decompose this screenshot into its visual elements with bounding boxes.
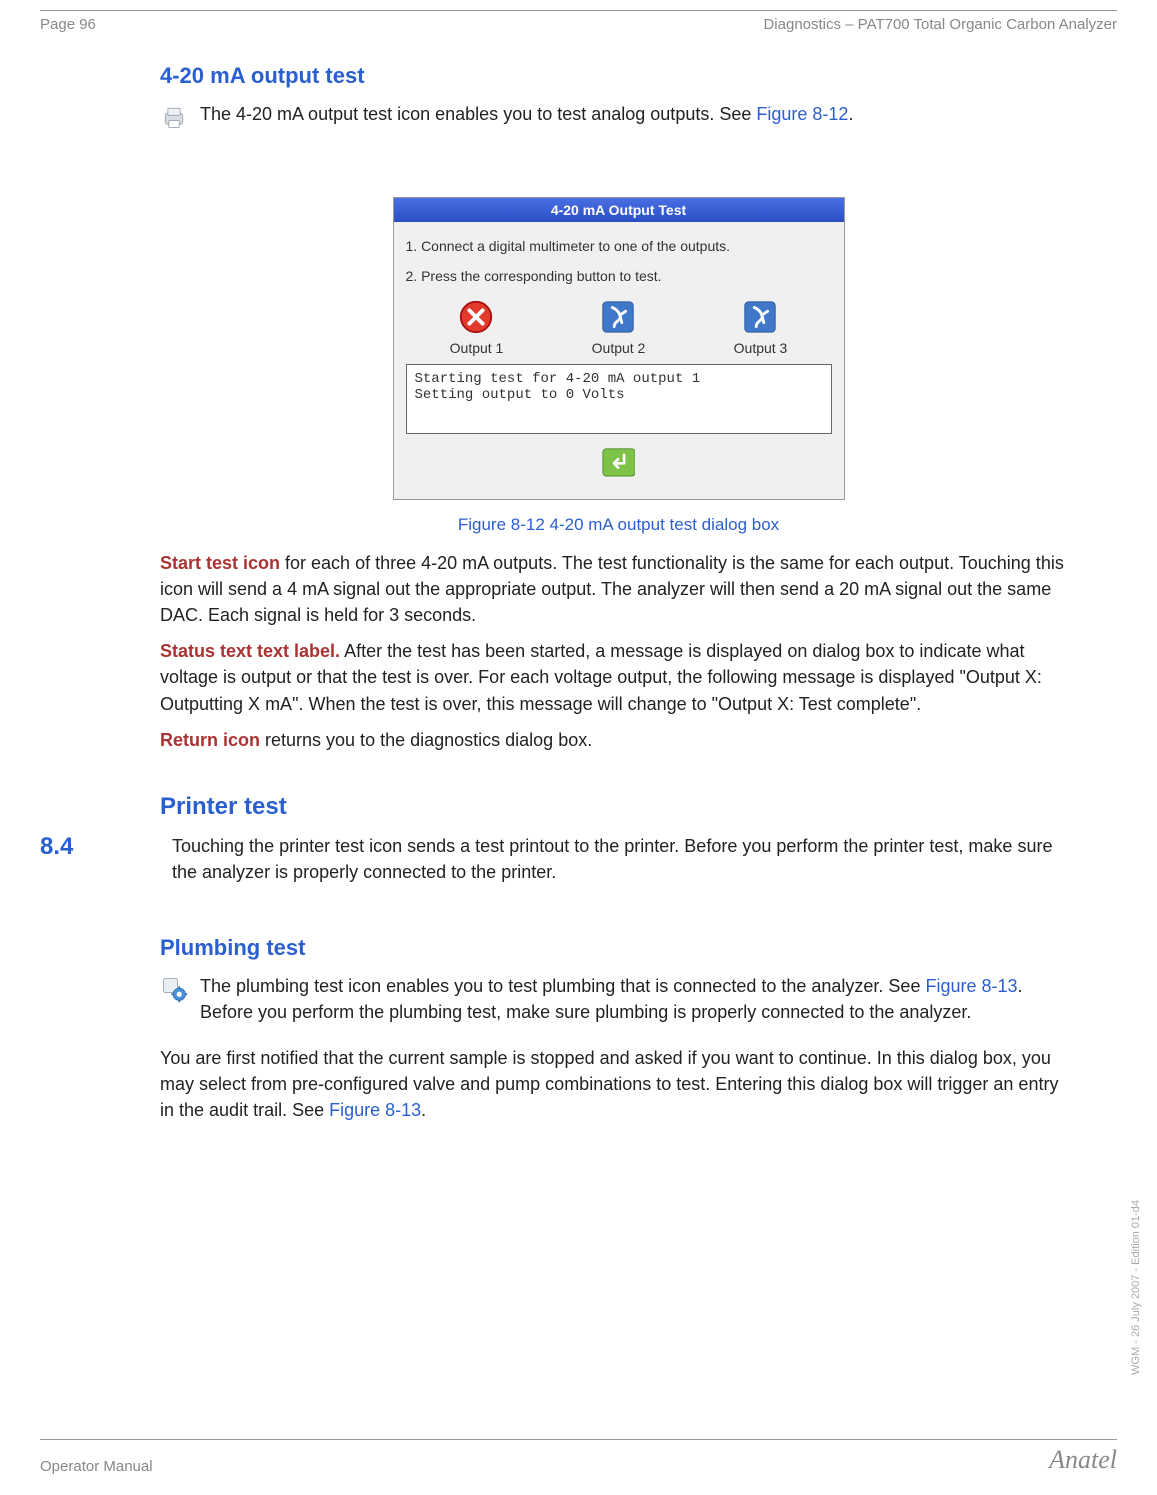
return-icon-body: returns you to the diagnostics dialog bo… [260, 730, 592, 750]
output-1-button[interactable]: Output 1 [450, 298, 504, 356]
printer-icon [160, 103, 188, 131]
return-icon-desc: Return icon returns you to the diagnosti… [160, 727, 1077, 753]
bottom-rule [40, 1439, 1117, 1440]
intro-text: The 4-20 mA output test icon enables you… [200, 104, 756, 124]
plumbing-intro: The plumbing test icon enables you to te… [200, 973, 1077, 1025]
dialog-status-text: Starting test for 4-20 mA output 1 Setti… [406, 364, 832, 434]
dialog-title: 4-20 mA Output Test [394, 198, 844, 222]
section-number-8-4: 8.4 [40, 833, 73, 861]
side-edition-text: WGM - 26 July 2007 - Edition 01-d4 [1130, 1200, 1142, 1375]
footer-right: Anatel [1049, 1445, 1117, 1475]
return-button[interactable] [602, 448, 636, 478]
status-text-lead: Status text text label. [160, 641, 340, 661]
return-icon-lead: Return icon [160, 730, 260, 750]
run-icon [741, 298, 779, 336]
close-icon [457, 298, 495, 336]
start-test-desc: Start test icon for each of three 4-20 m… [160, 550, 1077, 628]
output-3-label: Output 3 [734, 340, 788, 356]
start-test-lead: Start test icon [160, 553, 280, 573]
heading-printer-test: Printer test [160, 793, 1077, 821]
printer-test-body: Touching the printer test icon sends a t… [172, 833, 1077, 885]
heading-output-test: 4-20 mA output test [160, 63, 1077, 89]
plumbing-intro-before: The plumbing test icon enables you to te… [200, 976, 925, 996]
intro-text-after: . [848, 104, 853, 124]
output-2-label: Output 2 [592, 340, 646, 356]
dialog-step-1: 1. Connect a digital multimeter to one o… [406, 238, 832, 254]
plumbing-para2-after: . [421, 1100, 426, 1120]
start-test-body: for each of three 4-20 mA outputs. The t… [160, 553, 1064, 625]
figure-8-13-link-2[interactable]: Figure 8-13 [329, 1100, 421, 1120]
output-test-intro: The 4-20 mA output test icon enables you… [200, 101, 853, 127]
status-text-desc: Status text text label. After the test h… [160, 638, 1077, 716]
figure-8-12: 4-20 mA Output Test 1. Connect a digital… [160, 197, 1077, 535]
figure-caption: Figure 8-12 4-20 mA output test dialog b… [160, 515, 1077, 535]
dialog-4-20ma-output-test: 4-20 mA Output Test 1. Connect a digital… [393, 197, 845, 500]
output-3-button[interactable]: Output 3 [734, 298, 788, 356]
run-icon [599, 298, 637, 336]
plumbing-para2-before: You are first notified that the current … [160, 1048, 1058, 1120]
page-number: Page 96 [40, 16, 96, 33]
top-rule [40, 10, 1117, 11]
output-1-label: Output 1 [450, 340, 504, 356]
footer-left: Operator Manual [40, 1458, 153, 1475]
figure-8-12-link[interactable]: Figure 8-12 [756, 104, 848, 124]
page-footer: Operator Manual Anatel [40, 1445, 1117, 1475]
plumbing-gear-icon [160, 975, 188, 1003]
page-header: Page 96 Diagnostics – PAT700 Total Organ… [40, 16, 1117, 33]
plumbing-para-2: You are first notified that the current … [160, 1045, 1077, 1123]
dialog-step-2: 2. Press the corresponding button to tes… [406, 268, 832, 284]
figure-8-13-link[interactable]: Figure 8-13 [925, 976, 1017, 996]
output-2-button[interactable]: Output 2 [592, 298, 646, 356]
doc-title: Diagnostics – PAT700 Total Organic Carbo… [763, 16, 1117, 33]
heading-plumbing-test: Plumbing test [160, 935, 1077, 961]
